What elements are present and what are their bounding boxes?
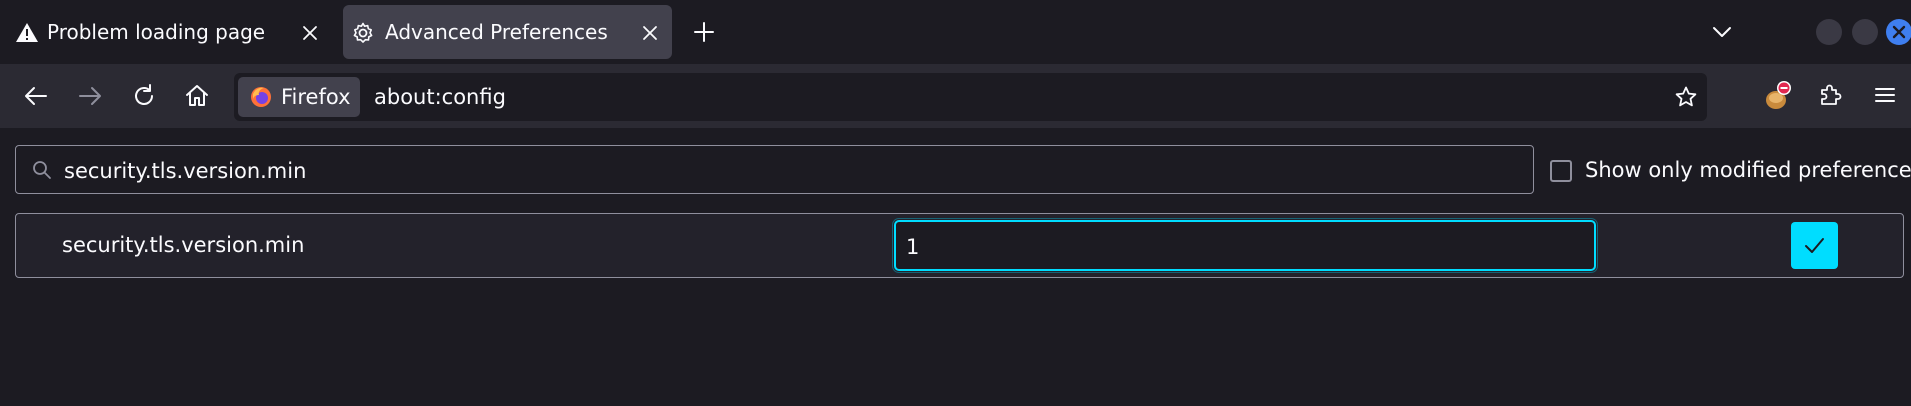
star-icon[interactable]: [1674, 85, 1698, 109]
tab-problem-loading[interactable]: Problem loading page: [3, 5, 336, 59]
addon-badge-icon[interactable]: [1762, 78, 1796, 112]
identity-box[interactable]: Firefox: [238, 77, 360, 117]
preference-name: security.tls.version.min: [62, 233, 305, 257]
identity-label: Firefox: [281, 85, 351, 109]
close-icon[interactable]: [640, 23, 660, 43]
show-modified-checkbox[interactable]: [1550, 160, 1572, 182]
warning-icon: [15, 21, 39, 45]
preference-value-input[interactable]: 1: [892, 218, 1598, 273]
show-modified-label[interactable]: Show only modified preferences: [1585, 157, 1911, 183]
save-button[interactable]: [1791, 222, 1838, 269]
window-maximize-button[interactable]: [1852, 19, 1878, 45]
chevron-down-icon[interactable]: [1710, 20, 1734, 44]
preference-value-text: 1: [906, 235, 920, 259]
forward-arrow-icon[interactable]: [76, 82, 104, 110]
preference-row: security.tls.version.min 1: [15, 213, 1904, 278]
hamburger-menu-icon[interactable]: [1872, 82, 1898, 108]
tab-strip: Problem loading page Advanced Preference…: [0, 0, 1911, 64]
firefox-logo-icon: [250, 86, 272, 108]
url-bar[interactable]: Firefox about:config: [234, 73, 1707, 121]
reload-icon[interactable]: [130, 82, 158, 110]
search-icon: [32, 160, 52, 180]
close-icon: [1892, 25, 1906, 39]
tab-advanced-preferences[interactable]: Advanced Preferences: [343, 5, 672, 59]
window-minimize-button[interactable]: [1816, 19, 1842, 45]
checkmark-icon: [1805, 238, 1824, 253]
new-tab-plus-icon[interactable]: [692, 20, 716, 44]
search-input-value: security.tls.version.min: [64, 159, 307, 183]
home-icon[interactable]: [183, 82, 211, 110]
url-text[interactable]: about:config: [374, 84, 506, 110]
gear-icon: [351, 21, 375, 45]
puzzle-piece-icon[interactable]: [1818, 82, 1844, 108]
preference-search-input[interactable]: security.tls.version.min: [15, 145, 1534, 194]
back-arrow-icon[interactable]: [22, 82, 50, 110]
window-close-button[interactable]: [1886, 19, 1911, 45]
close-icon[interactable]: [300, 23, 320, 43]
tab-label: Advanced Preferences: [385, 20, 608, 44]
tab-label: Problem loading page: [47, 20, 266, 44]
